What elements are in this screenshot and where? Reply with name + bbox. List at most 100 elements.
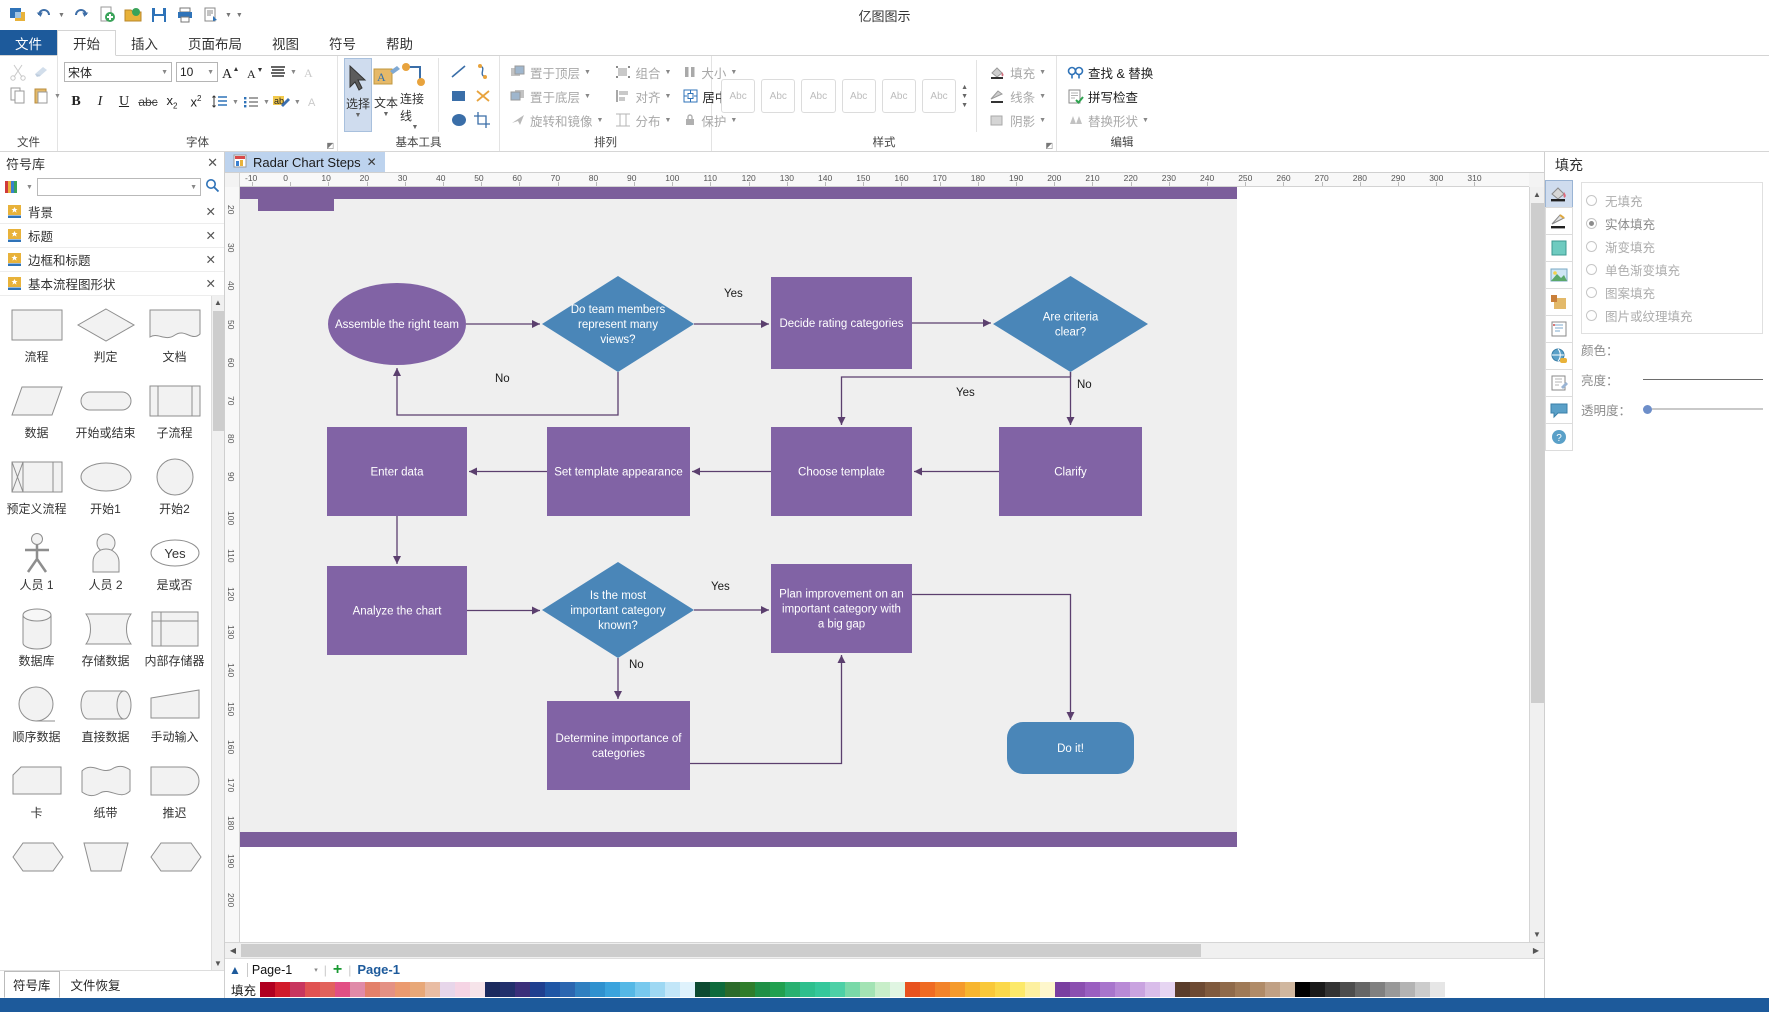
fill-tool-icon[interactable]	[1545, 180, 1573, 208]
palette-swatch[interactable]	[650, 981, 666, 997]
page-selector-dropdown-icon[interactable]: ▾	[314, 966, 318, 974]
line-tool-icon[interactable]	[1545, 207, 1573, 235]
shape-item-terminator[interactable]: 开始或结束	[71, 378, 140, 454]
palette-swatch[interactable]	[995, 981, 1011, 997]
comment-tool-icon[interactable]	[1545, 396, 1573, 424]
palette-swatch[interactable]	[1010, 981, 1026, 997]
shape-item-start2[interactable]: 开始2	[140, 454, 209, 530]
shape-item-stored-data[interactable]: 存储数据	[71, 606, 140, 682]
palette-swatch[interactable]	[815, 981, 831, 997]
help-tool-icon[interactable]: ?	[1545, 423, 1573, 451]
shape-item-decision[interactable]: 判定	[71, 302, 140, 378]
brightness-property[interactable]: 亮度：	[1581, 364, 1763, 394]
curve-shape-icon[interactable]	[471, 60, 495, 84]
find-replace-button[interactable]: 查找 & 替换	[1063, 60, 1157, 84]
palette-swatch[interactable]	[590, 981, 606, 997]
transparency-track[interactable]	[1652, 408, 1763, 410]
palette-swatch[interactable]	[1355, 981, 1371, 997]
palette-swatch[interactable]	[1160, 981, 1176, 997]
canvas-hscroll-track[interactable]	[241, 944, 1528, 957]
fill-option-solid[interactable]: 实体填充	[1586, 212, 1758, 235]
palette-swatch[interactable]	[1220, 981, 1236, 997]
palette-swatch[interactable]	[1310, 981, 1326, 997]
palette-swatch[interactable]	[1250, 981, 1266, 997]
font-family-dropdown-icon[interactable]: ▼	[161, 69, 168, 76]
open-document-icon[interactable]	[123, 5, 143, 25]
text-highlight-icon[interactable]: ab	[270, 90, 294, 114]
bullets-icon[interactable]	[239, 90, 263, 114]
text-tool-button[interactable]: A 文本 ▼	[372, 58, 400, 132]
ellipse-shape-icon[interactable]	[447, 108, 471, 132]
connector-tool-dropdown-icon[interactable]: ▼	[412, 124, 419, 132]
palette-swatch[interactable]	[260, 981, 276, 997]
palette-swatch[interactable]	[890, 981, 906, 997]
canvas-scroll-left-icon[interactable]: ◀	[225, 946, 241, 955]
bold-button[interactable]: B	[64, 90, 88, 114]
transparency-property[interactable]: 透明度：	[1581, 394, 1763, 424]
palette-swatch[interactable]	[335, 981, 351, 997]
style-preset-3[interactable]: Abc	[801, 79, 836, 113]
grow-font-icon[interactable]: A	[218, 60, 242, 84]
add-page-button[interactable]: +	[333, 961, 342, 979]
shape-item-person2[interactable]: 人员 2	[71, 530, 140, 606]
shape-item-data[interactable]: 数据	[2, 378, 71, 454]
hyperlink-tool-icon[interactable]	[1545, 342, 1573, 370]
palette-swatch[interactable]	[275, 981, 291, 997]
canvas[interactable]: Assemble the right team Do team members re…	[240, 187, 1529, 942]
current-page-tab[interactable]: Page-1	[357, 962, 400, 977]
shape-item-delay[interactable]: 推迟	[140, 758, 209, 834]
subscript-button[interactable]: x2	[160, 90, 184, 114]
palette-swatch[interactable]	[365, 981, 381, 997]
flowchart-node[interactable]: Analyze the chart	[327, 566, 467, 655]
flowchart-node[interactable]: Decide rating categories	[771, 277, 912, 369]
palette-swatch[interactable]	[560, 981, 576, 997]
palette-swatch[interactable]	[530, 981, 546, 997]
export-icon[interactable]	[201, 5, 221, 25]
palette-swatch[interactable]	[665, 981, 681, 997]
line-shape-icon[interactable]	[447, 60, 471, 84]
bring-to-front-button[interactable]: 置于顶层 ▼	[506, 60, 607, 84]
canvas-vscroll-thumb[interactable]	[1530, 203, 1544, 703]
shape-item-direct-data[interactable]: 直接数据	[71, 682, 140, 758]
palette-swatch[interactable]	[1055, 981, 1071, 997]
shape-item-paper-tape[interactable]: 纸带	[71, 758, 140, 834]
style-scroll-down-icon[interactable]: ▼	[961, 93, 968, 100]
font-family-select[interactable]: 宋体 ▼	[64, 62, 172, 82]
print-icon[interactable]	[175, 5, 195, 25]
shape-item-process[interactable]: 流程	[2, 302, 71, 378]
palette-swatch[interactable]	[800, 981, 816, 997]
palette-swatch[interactable]	[1070, 981, 1086, 997]
shape-item-internal-storage[interactable]: 内部存储器	[140, 606, 209, 682]
align-button[interactable]: 对齐 ▼	[611, 84, 675, 108]
shape-item-manual-operation[interactable]	[71, 834, 140, 910]
palette-swatch[interactable]	[1370, 981, 1386, 997]
style-preset-4[interactable]: Abc	[841, 79, 876, 113]
symbol-search-dropdown-icon[interactable]: ▼	[190, 184, 197, 191]
select-tool-button[interactable]: 选择 ▼	[344, 58, 372, 132]
flowchart-diagram[interactable]: Assemble the right team Do team members re…	[240, 187, 1240, 887]
select-tool-dropdown-icon[interactable]: ▼	[355, 112, 362, 120]
fill-button[interactable]: 填充 ▼	[985, 60, 1050, 84]
format-painter-icon[interactable]	[30, 60, 54, 84]
copy-icon[interactable]	[6, 84, 30, 108]
shape-item-predefined-process[interactable]: 预定义流程	[2, 454, 71, 530]
canvas-scroll-up-icon[interactable]: ▲	[1533, 187, 1541, 202]
palette-swatch[interactable]	[755, 981, 771, 997]
customize-toolbar-icon[interactable]: ▼	[236, 12, 243, 19]
rectangle-shape-icon[interactable]	[447, 84, 471, 108]
palette-swatch[interactable]	[1295, 981, 1311, 997]
text-direction-icon[interactable]: A	[297, 60, 321, 84]
ribbon-tab-file[interactable]: 文件	[0, 30, 57, 55]
send-to-back-button[interactable]: 置于底层 ▼	[506, 84, 607, 108]
shape-item-card[interactable]: 卡	[2, 758, 71, 834]
flowchart-node[interactable]: Determine importance of categories	[547, 701, 690, 790]
palette-swatch[interactable]	[920, 981, 936, 997]
style-preset-6[interactable]: Abc	[921, 79, 957, 113]
text-tool-dropdown-icon[interactable]: ▼	[383, 111, 390, 119]
italic-button[interactable]: I	[88, 90, 112, 114]
palette-swatch[interactable]	[425, 981, 441, 997]
fill-color-property[interactable]: 颜色：	[1581, 334, 1763, 364]
palette-swatch[interactable]	[980, 981, 996, 997]
palette-swatch[interactable]	[515, 981, 531, 997]
shadow-tool-icon[interactable]	[1545, 288, 1573, 316]
